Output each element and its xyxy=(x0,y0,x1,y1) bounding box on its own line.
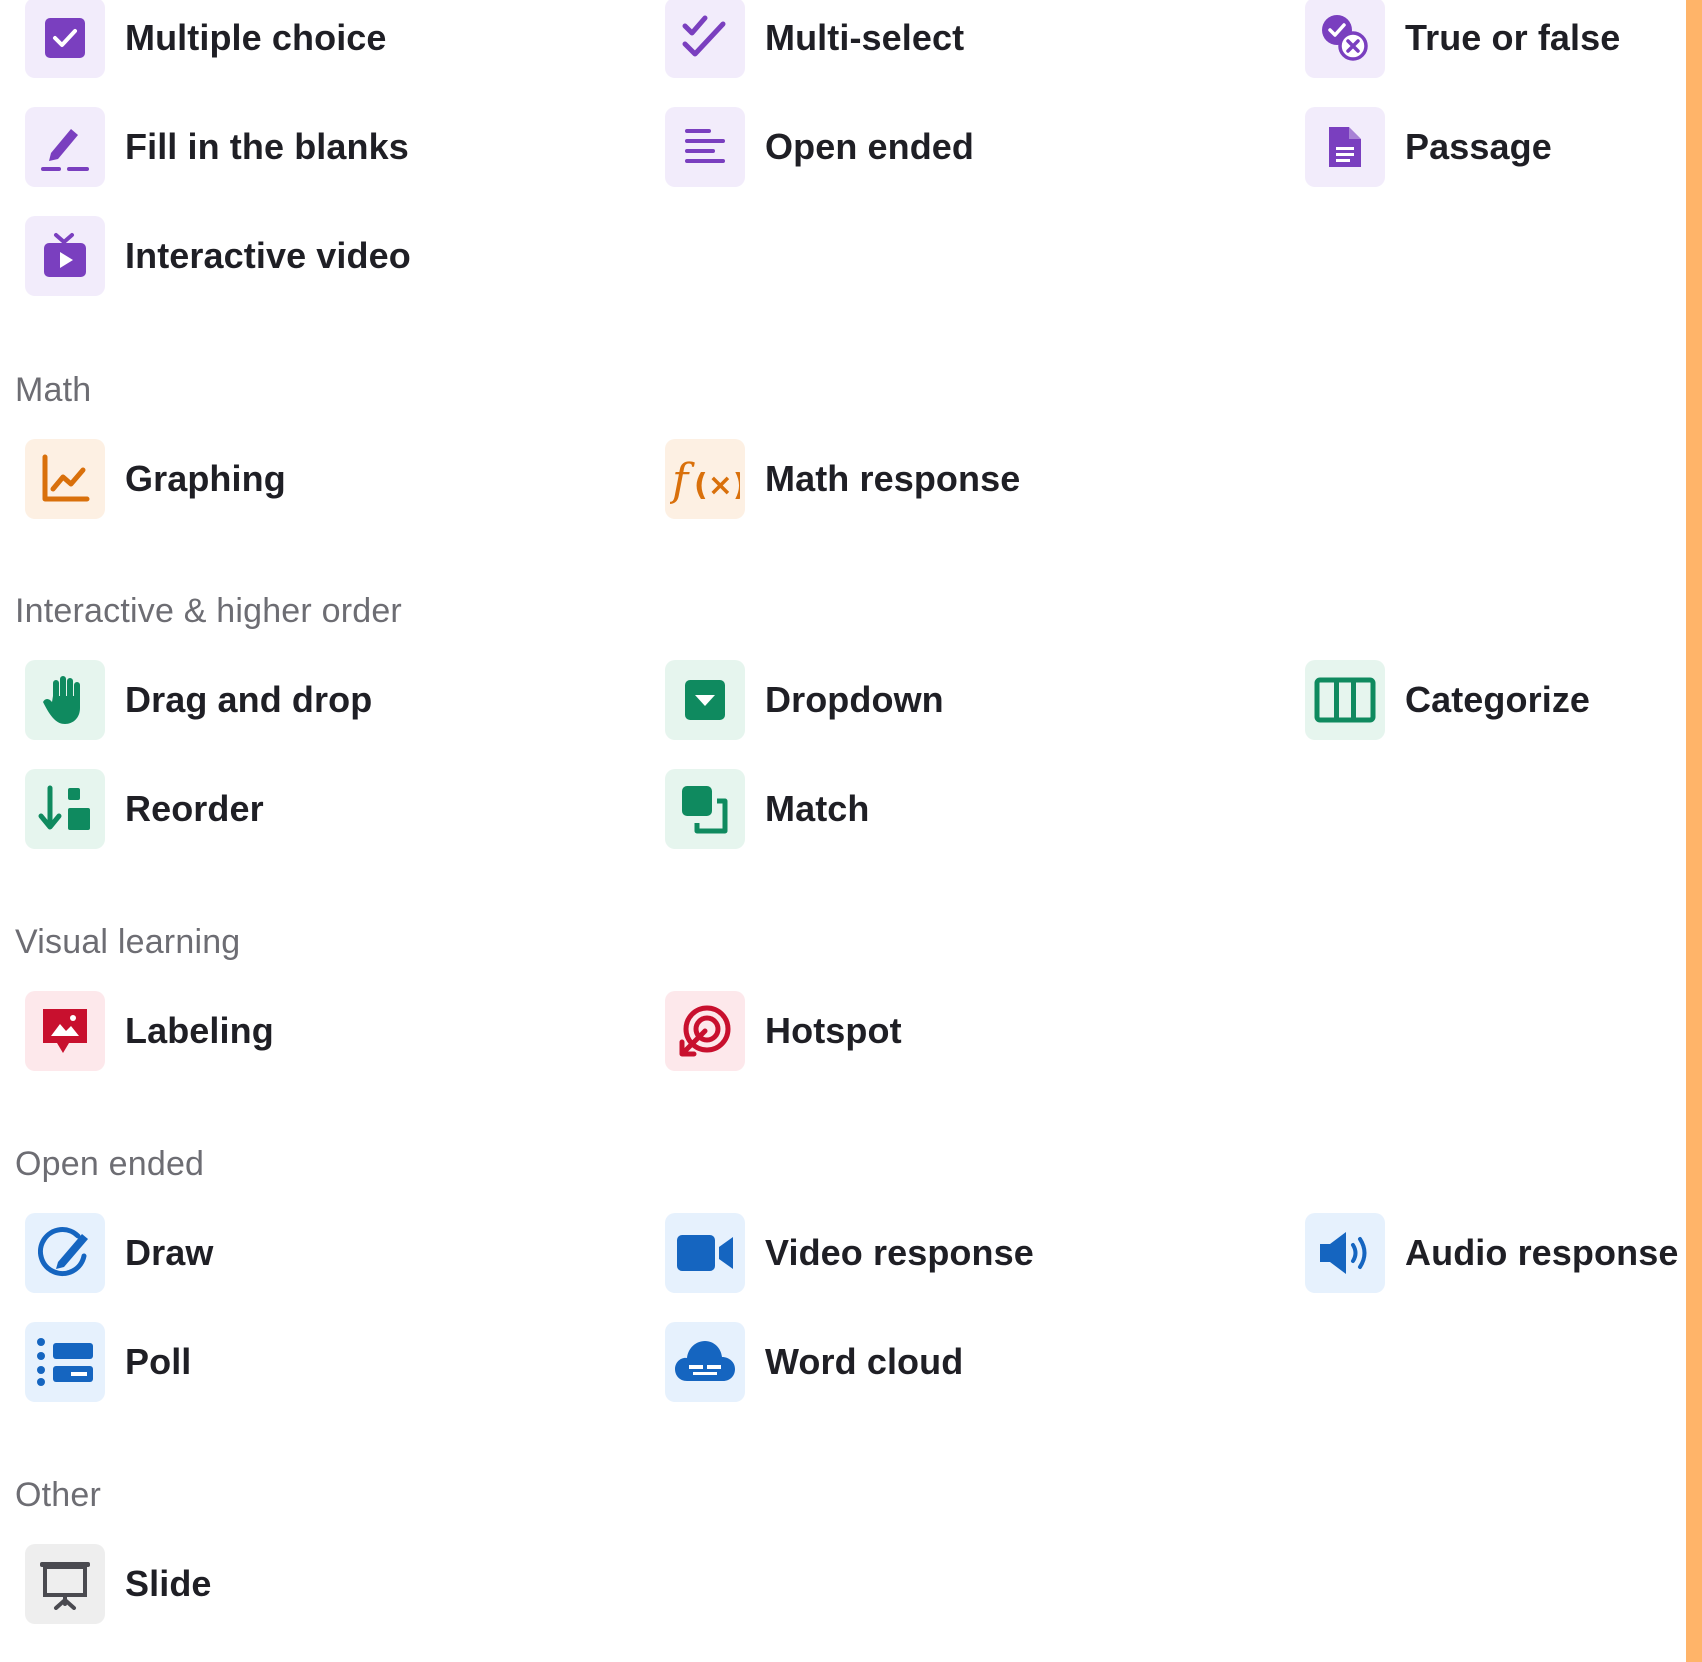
dropdown-icon xyxy=(665,660,745,740)
section-math-grid: Graphing f(×) Math response xyxy=(0,439,1680,519)
section-heading: Interactive & higher order xyxy=(15,592,402,630)
option-label: Poll xyxy=(125,1341,192,1382)
option-label: True or false xyxy=(1405,17,1621,58)
checkbox-icon xyxy=(25,0,105,78)
option-interactive-video[interactable]: Interactive video xyxy=(25,216,665,296)
question-type-picker: Multiple choice Multi-select True or fal… xyxy=(0,0,1702,1662)
option-label: Graphing xyxy=(125,458,286,499)
question-type-list: Multiple choice Multi-select True or fal… xyxy=(0,0,1680,1624)
target-icon xyxy=(665,991,745,1071)
presentation-icon xyxy=(25,1544,105,1624)
section-other: Other Slide xyxy=(0,1475,1680,1624)
reorder-icon xyxy=(25,769,105,849)
option-passage[interactable]: Passage xyxy=(1305,107,1685,187)
pencil-blank-icon xyxy=(25,107,105,187)
option-fill-in-the-blanks[interactable]: Fill in the blanks xyxy=(25,107,665,187)
option-math-response[interactable]: f(×) Math response xyxy=(665,439,1305,519)
option-true-or-false[interactable]: True or false xyxy=(1305,0,1685,78)
section-visual-learning: Visual learning Labeling Hotspot xyxy=(0,922,1680,1071)
option-reorder[interactable]: Reorder xyxy=(25,769,665,849)
option-label: Passage xyxy=(1405,126,1552,167)
option-match[interactable]: Match xyxy=(665,769,1305,849)
option-open-ended[interactable]: Open ended xyxy=(665,107,1305,187)
image-label-icon xyxy=(25,991,105,1071)
poll-icon xyxy=(25,1322,105,1402)
line-chart-icon xyxy=(25,439,105,519)
option-slide[interactable]: Slide xyxy=(25,1544,665,1624)
text-lines-icon xyxy=(665,107,745,187)
tv-play-icon xyxy=(25,216,105,296)
svg-text:f: f xyxy=(670,455,695,506)
video-camera-icon xyxy=(665,1213,745,1293)
match-icon xyxy=(665,769,745,849)
section-heading: Math xyxy=(15,371,92,409)
section-basic: Multiple choice Multi-select True or fal… xyxy=(0,0,1680,296)
scrollbar-track[interactable] xyxy=(1686,0,1702,1662)
check-x-icon xyxy=(1305,0,1385,78)
option-label: Multi-select xyxy=(765,17,965,58)
speaker-icon xyxy=(1305,1213,1385,1293)
option-label: Word cloud xyxy=(765,1341,964,1382)
option-categorize[interactable]: Categorize xyxy=(1305,660,1685,740)
option-multi-select[interactable]: Multi-select xyxy=(665,0,1305,78)
option-label: Categorize xyxy=(1405,679,1591,720)
option-draw[interactable]: Draw xyxy=(25,1213,665,1293)
svg-text:(×): (×) xyxy=(694,468,740,503)
option-label: Hotspot xyxy=(765,1010,902,1051)
section-open-ended-grid: Draw Video response Audio response Poll … xyxy=(0,1213,1680,1402)
option-label: Dropdown xyxy=(765,679,944,720)
option-label: Labeling xyxy=(125,1010,274,1051)
option-label: Slide xyxy=(125,1563,212,1604)
double-check-icon xyxy=(665,0,745,78)
option-label: Math response xyxy=(765,458,1021,499)
option-label: Multiple choice xyxy=(125,17,387,58)
option-graphing[interactable]: Graphing xyxy=(25,439,665,519)
option-label: Open ended xyxy=(765,126,975,167)
option-label: Interactive video xyxy=(125,235,411,276)
document-icon xyxy=(1305,107,1385,187)
option-multiple-choice[interactable]: Multiple choice xyxy=(25,0,665,78)
section-visual-grid: Labeling Hotspot xyxy=(0,991,1680,1071)
columns-icon xyxy=(1305,660,1385,740)
cloud-icon xyxy=(665,1322,745,1402)
option-label: Reorder xyxy=(125,788,264,829)
option-labeling[interactable]: Labeling xyxy=(25,991,665,1071)
section-heading: Visual learning xyxy=(15,923,241,961)
option-label: Match xyxy=(765,788,870,829)
option-label: Audio response xyxy=(1405,1232,1679,1273)
section-open-ended: Open ended Draw Video response Audio res… xyxy=(0,1144,1680,1402)
draw-icon xyxy=(25,1213,105,1293)
section-heading: Open ended xyxy=(15,1145,205,1183)
option-dropdown[interactable]: Dropdown xyxy=(665,660,1305,740)
section-heading: Other xyxy=(15,1476,102,1514)
section-interactive: Interactive & higher order Drag and drop… xyxy=(0,591,1680,849)
function-icon: f(×) xyxy=(665,439,745,519)
option-label: Fill in the blanks xyxy=(125,126,409,167)
section-other-grid: Slide xyxy=(0,1544,1680,1624)
section-interactive-grid: Drag and drop Dropdown Categorize Reorde… xyxy=(0,660,1680,849)
option-label: Video response xyxy=(765,1232,1034,1273)
section-basic-grid: Multiple choice Multi-select True or fal… xyxy=(0,0,1680,296)
option-label: Drag and drop xyxy=(125,679,373,720)
option-word-cloud[interactable]: Word cloud xyxy=(665,1322,1305,1402)
option-hotspot[interactable]: Hotspot xyxy=(665,991,1305,1071)
option-audio-response[interactable]: Audio response xyxy=(1305,1213,1685,1293)
section-math: Math Graphing f(×) Math response xyxy=(0,370,1680,519)
hand-icon xyxy=(25,660,105,740)
option-drag-and-drop[interactable]: Drag and drop xyxy=(25,660,665,740)
option-label: Draw xyxy=(125,1232,214,1273)
option-poll[interactable]: Poll xyxy=(25,1322,665,1402)
option-video-response[interactable]: Video response xyxy=(665,1213,1305,1293)
